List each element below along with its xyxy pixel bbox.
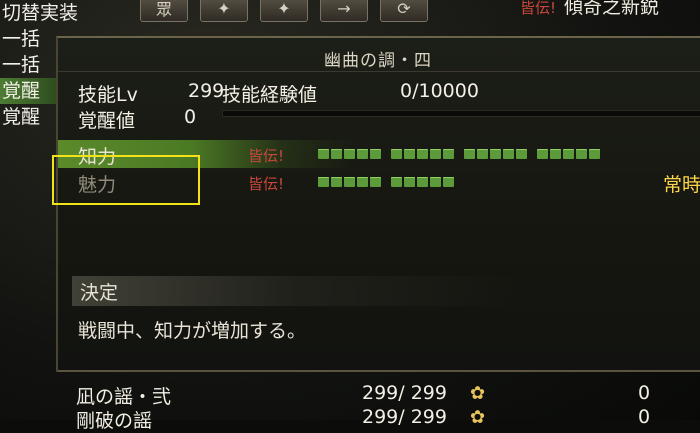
stat-pip [516,149,527,159]
stat-pip [370,177,381,187]
stat-pip [430,177,441,187]
awaken-value: 0 [184,106,197,128]
section-title: 決定 [80,282,119,304]
menu-item-awaken-2[interactable]: 覚醒 [0,104,60,130]
stat-pip [443,149,454,159]
top-right-skill: 皆伝! 傾奇之新鋭 [520,0,659,19]
stat-pip [391,149,402,159]
title-divider [58,71,700,72]
arrow-right-icon[interactable]: → [320,0,368,22]
toolbar-button-1[interactable]: 眾 [140,0,188,22]
stat-pip [537,149,548,159]
exp-progress-bar [222,110,700,117]
stat-pip [404,177,415,187]
section-header: 決定 [72,276,632,306]
top-toolbar: 眾 ✦ ✦ → ⟳ [140,0,520,34]
stat-pip [430,149,441,159]
highlight-box [52,155,200,205]
list-item-value: 299/ 299 [362,406,447,428]
stat-pip [344,149,355,159]
toolbar-button-2[interactable]: ✦ [200,0,248,22]
menu-item-batch-2[interactable]: 一括 [0,52,60,78]
stat-pip [318,177,329,187]
left-menu: 切替実装 一括 一括 覚醒 覚醒 [0,0,78,130]
stat-pip [404,149,415,159]
list-item-name[interactable]: 凪の謡・弐 [76,382,171,409]
skill-description: 戦闘中、知力が増加する。 [78,320,307,342]
mastery-tag: 皆伝! [520,0,557,17]
menu-item-batch-1[interactable]: 一括 [0,26,60,52]
flower-icon: ✿ [470,407,486,428]
stat-pip [589,149,600,159]
mastery-tag: 皆伝! [248,147,285,165]
cycle-icon[interactable]: ⟳ [380,0,428,22]
list-item-count: 0 [638,382,651,404]
always-label: 常時 [663,174,700,196]
exp-value: 0/10000 [400,80,479,102]
exp-label: 技能経験値 [222,84,318,106]
stat-pip [503,149,514,159]
stat-pip [417,149,428,159]
skill-level-label: 技能Lv [78,84,138,106]
stat-pips [318,177,464,187]
stat-pip [331,177,342,187]
stat-pip [550,149,561,159]
list-item-value: 299/ 299 [362,382,447,404]
stat-pip [370,149,381,159]
menu-item-switch[interactable]: 切替実装 [0,0,78,26]
stat-pips [318,149,610,159]
stat-pip [331,149,342,159]
panel-bottom-border [58,370,700,372]
stat-pip [477,149,488,159]
stat-pip [417,177,428,187]
stat-pip [563,149,574,159]
stat-pip [357,149,368,159]
flower-icon: ✿ [470,383,486,404]
stat-pip [391,177,402,187]
stat-pip [357,177,368,187]
mastery-tag: 皆伝! [248,175,285,193]
stat-pip [464,149,475,159]
stat-pip [318,149,329,159]
panel-title: 幽曲の調・四 [324,51,432,71]
stat-pip [576,149,587,159]
top-right-skill-name: 傾奇之新鋭 [564,0,660,18]
list-item-count: 0 [638,406,651,428]
stat-pip [443,177,454,187]
awaken-label: 覚醒値 [78,110,136,132]
skill-level-value: 299 [188,80,225,102]
stat-pip [344,177,355,187]
stat-pip [490,149,501,159]
toolbar-button-3[interactable]: ✦ [260,0,308,22]
menu-item-awaken-1[interactable]: 覚醒 [0,78,60,104]
